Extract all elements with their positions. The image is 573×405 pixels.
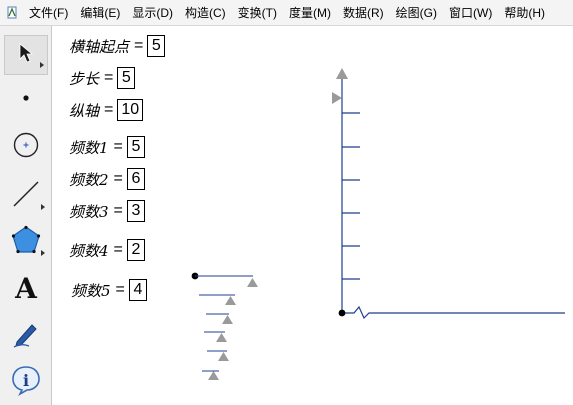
origin-point[interactable] <box>338 309 346 317</box>
circle-icon <box>12 131 40 164</box>
slider-handle[interactable] <box>218 352 229 361</box>
slider-handle[interactable] <box>247 278 258 287</box>
polygon-tool[interactable] <box>4 222 48 262</box>
pen-icon <box>11 319 41 354</box>
info-glyph: i <box>23 371 29 390</box>
menu-window[interactable]: 窗口(W) <box>443 0 498 26</box>
submenu-arrow-icon <box>41 250 45 256</box>
menu-bar: 文件(F) 编辑(E) 显示(D) 构造(C) 变换(T) 度量(M) 数据(R… <box>0 0 573 26</box>
line-icon <box>11 179 41 214</box>
info-icon: i <box>10 364 42 401</box>
point-tool[interactable] <box>4 79 48 119</box>
menu-data[interactable]: 数据(R) <box>337 0 390 26</box>
straightedge-tool[interactable] <box>4 176 48 216</box>
slider-handle[interactable] <box>225 296 236 305</box>
vertical-axis-start-handle[interactable] <box>332 92 342 104</box>
vertical-axis-length-handle[interactable] <box>336 68 348 79</box>
slider-handle[interactable] <box>222 315 233 324</box>
construction-drawing <box>191 68 565 380</box>
marker-tool[interactable] <box>4 316 48 356</box>
menu-edit[interactable]: 编辑(E) <box>74 0 126 26</box>
arrow-icon <box>16 42 36 69</box>
information-tool[interactable]: i <box>4 362 48 402</box>
text-tool[interactable]: A <box>4 268 48 308</box>
horizontal-axis-line[interactable] <box>342 305 565 320</box>
text-A-icon: A <box>15 271 37 305</box>
slider-handle[interactable] <box>216 333 227 342</box>
compass-tool[interactable] <box>4 127 48 167</box>
arrow-select-tool[interactable] <box>4 35 48 75</box>
menu-graph[interactable]: 绘图(G) <box>390 0 443 26</box>
submenu-arrow-icon <box>41 204 45 210</box>
tool-palette: A i <box>0 26 52 405</box>
pentagon-icon <box>11 225 41 260</box>
menu-display[interactable]: 显示(D) <box>126 0 179 26</box>
point-icon <box>21 90 31 108</box>
slider-handle[interactable] <box>208 371 219 380</box>
submenu-arrow-icon <box>40 62 44 68</box>
menu-measure[interactable]: 度量(M) <box>283 0 337 26</box>
menu-help[interactable]: 帮助(H) <box>498 0 551 26</box>
app-icon <box>6 6 18 19</box>
sketch-canvas[interactable]: 横轴起点 = 5 步长 = 5 纵轴 = 10 频数1 = 5 频数2 = 6 … <box>53 27 573 405</box>
menu-file[interactable]: 文件(F) <box>23 0 74 26</box>
menu-transform[interactable]: 变换(T) <box>232 0 283 26</box>
menu-construct[interactable]: 构造(C) <box>179 0 232 26</box>
